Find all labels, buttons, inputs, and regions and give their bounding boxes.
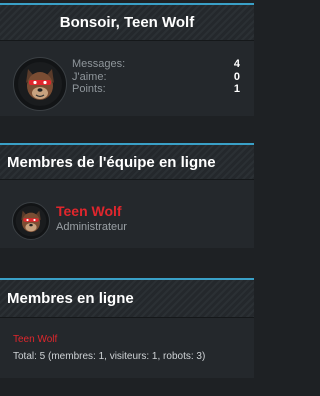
- staff-online-header: Membres de l'équipe en ligne: [0, 143, 254, 180]
- avatar[interactable]: [13, 57, 67, 111]
- online-user-link[interactable]: Teen Wolf: [13, 334, 57, 345]
- wolf-avatar-icon: [18, 62, 62, 106]
- staff-online-block: Membres de l'équipe en ligne Teen Wolf A…: [0, 143, 254, 248]
- staff-member-name[interactable]: Teen Wolf: [56, 203, 122, 219]
- members-online-block: Membres en ligne Teen Wolf Total: 5 (mem…: [0, 278, 254, 378]
- user-stats: Messages: 4 J'aime: 0 Points: 1: [72, 58, 240, 96]
- members-online-header: Membres en ligne: [0, 278, 254, 318]
- staff-online-title: Membres de l'équipe en ligne: [7, 153, 216, 171]
- welcome-body: Messages: 4 J'aime: 0 Points: 1: [0, 41, 254, 116]
- welcome-header: Bonsoir, Teen Wolf: [0, 3, 254, 41]
- staff-avatar[interactable]: [12, 202, 50, 240]
- welcome-title: Bonsoir, Teen Wolf: [59, 14, 195, 31]
- staff-member-role: Administrateur: [56, 221, 127, 233]
- wolf-avatar-icon: [15, 205, 47, 237]
- members-online-body: Teen Wolf Total: 5 (membres: 1, visiteur…: [0, 318, 254, 378]
- members-online-title: Membres en ligne: [7, 290, 134, 307]
- stat-likes: J'aime: 0: [72, 70, 240, 83]
- stat-messages: Messages: 4: [72, 58, 240, 70]
- stat-points: Points: 1: [72, 83, 240, 95]
- online-total: Total: 5 (membres: 1, visiteurs: 1, robo…: [13, 351, 206, 362]
- welcome-block: Bonsoir, Teen Wolf Messages: 4 J'aime: 0…: [0, 3, 254, 116]
- staff-online-body: Teen Wolf Administrateur: [0, 180, 254, 248]
